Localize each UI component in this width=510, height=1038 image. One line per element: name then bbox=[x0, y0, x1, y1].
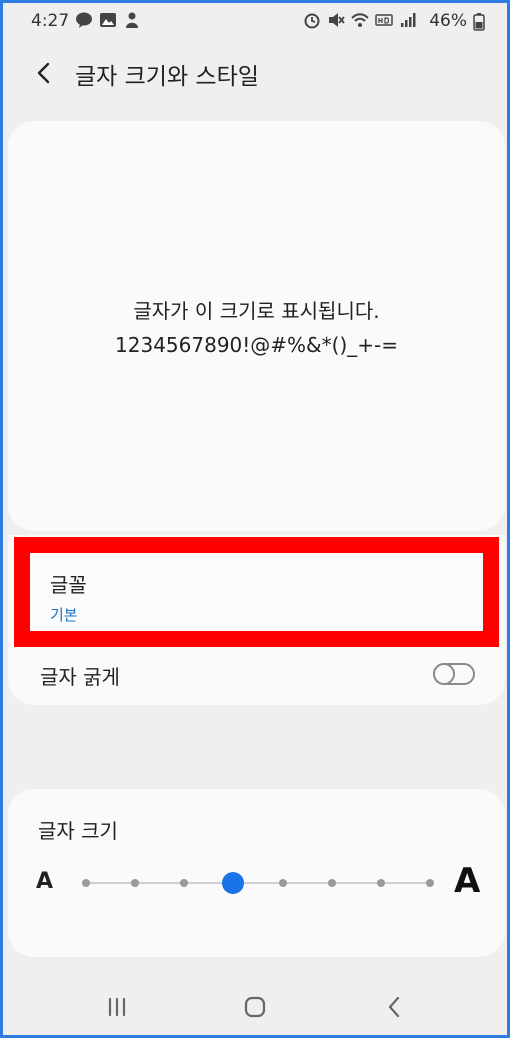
slider-tick bbox=[278, 879, 287, 887]
back-button[interactable] bbox=[29, 57, 61, 89]
font-setting-row[interactable]: 글꼴 기본 bbox=[14, 537, 499, 647]
slider-tick bbox=[82, 879, 90, 887]
font-size-slider[interactable] bbox=[78, 871, 438, 895]
battery-percent: 46% bbox=[429, 11, 467, 31]
recents-icon[interactable] bbox=[103, 993, 131, 1021]
wifi-icon bbox=[351, 13, 369, 27]
bold-text-toggle[interactable] bbox=[433, 663, 475, 685]
screen: 4:27 46% 글자 크기와 스타일 글자가 이 크기로 표시됩니다. 123… bbox=[0, 0, 510, 1038]
signal-icon bbox=[401, 13, 416, 27]
settings-card: 글꼴 기본 글자 굵게 bbox=[8, 535, 505, 705]
app-bar: 글자 크기와 스타일 bbox=[3, 51, 507, 95]
alarm-icon bbox=[304, 13, 320, 29]
toggle-knob bbox=[433, 663, 455, 685]
mute-icon bbox=[329, 13, 345, 27]
preview-card: 글자가 이 크기로 표시됩니다. 1234567890!@#%&*()_+-= bbox=[8, 121, 505, 531]
slider-tick bbox=[131, 879, 140, 887]
slider-tick bbox=[180, 879, 189, 887]
large-size-glyph: A bbox=[454, 861, 481, 901]
bold-text-label: 글자 굵게 bbox=[40, 665, 120, 689]
status-bar: 4:27 46% bbox=[3, 3, 507, 43]
font-size-card: 글자 크기 A A bbox=[8, 789, 505, 957]
preview-text-line: 글자가 이 크기로 표시됩니다. bbox=[133, 299, 380, 323]
talk-icon bbox=[76, 12, 92, 28]
home-icon[interactable] bbox=[241, 993, 269, 1021]
font-setting-label: 글꼴 bbox=[50, 573, 87, 597]
slider-thumb[interactable] bbox=[222, 872, 245, 894]
hd-icon bbox=[375, 14, 393, 26]
status-time: 4:27 bbox=[31, 11, 70, 31]
preview-sample-characters: 1234567890!@#%&*()_+-= bbox=[115, 333, 398, 357]
navigation-bar bbox=[3, 981, 507, 1031]
back-icon[interactable] bbox=[381, 993, 409, 1021]
small-size-glyph: A bbox=[36, 869, 54, 894]
page-title: 글자 크기와 스타일 bbox=[75, 64, 259, 90]
battery-icon bbox=[473, 13, 485, 31]
slider-tick bbox=[327, 879, 336, 887]
font-setting-value: 기본 bbox=[50, 606, 78, 624]
bold-text-row[interactable]: 글자 굵게 bbox=[8, 653, 505, 693]
person-icon bbox=[126, 12, 138, 28]
image-icon bbox=[100, 13, 116, 27]
slider-tick bbox=[426, 879, 434, 887]
font-size-label: 글자 크기 bbox=[38, 819, 118, 843]
slider-tick bbox=[376, 879, 385, 887]
